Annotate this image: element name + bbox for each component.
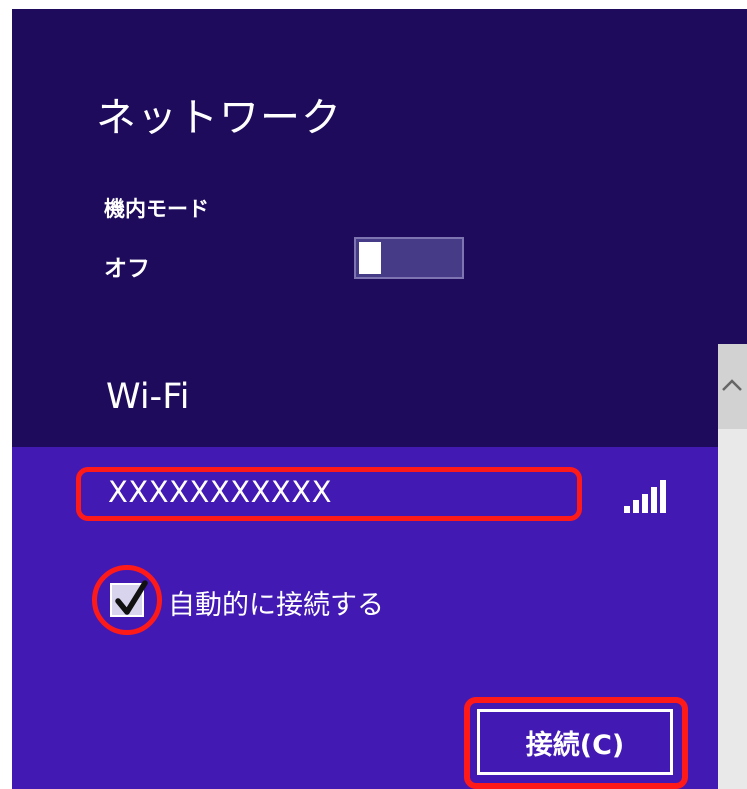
connect-button[interactable]: 接続(C) — [477, 709, 673, 775]
airplane-mode-toggle[interactable] — [354, 237, 464, 279]
auto-connect-checkbox[interactable] — [110, 580, 148, 617]
signal-bar — [624, 506, 630, 513]
page-title: ネットワーク — [96, 95, 342, 141]
network-list-item[interactable]: XXXXXXXXXXX 自動的に接続する 接続(C) — [12, 447, 718, 789]
signal-bar — [660, 480, 666, 513]
signal-bar — [642, 494, 648, 513]
airplane-mode-label: 機内モード — [104, 197, 209, 221]
checkmark-icon — [115, 580, 148, 615]
scroll-up-button[interactable] — [718, 344, 747, 429]
airplane-mode-state: オフ — [104, 256, 150, 282]
network-flyout: ネットワーク 機内モード オフ Wi-Fi XXXXXXXXXXX 自動的に接続… — [12, 9, 747, 789]
auto-connect-label[interactable]: 自動的に接続する — [168, 583, 384, 622]
wifi-heading: Wi-Fi — [106, 377, 190, 417]
network-ssid[interactable]: XXXXXXXXXXX — [108, 475, 332, 509]
signal-bar — [651, 487, 657, 513]
chevron-up-icon — [722, 379, 742, 391]
toggle-knob — [359, 242, 381, 274]
scrollbar[interactable] — [718, 344, 747, 789]
signal-bar — [633, 500, 639, 513]
signal-bars-icon — [624, 477, 668, 513]
